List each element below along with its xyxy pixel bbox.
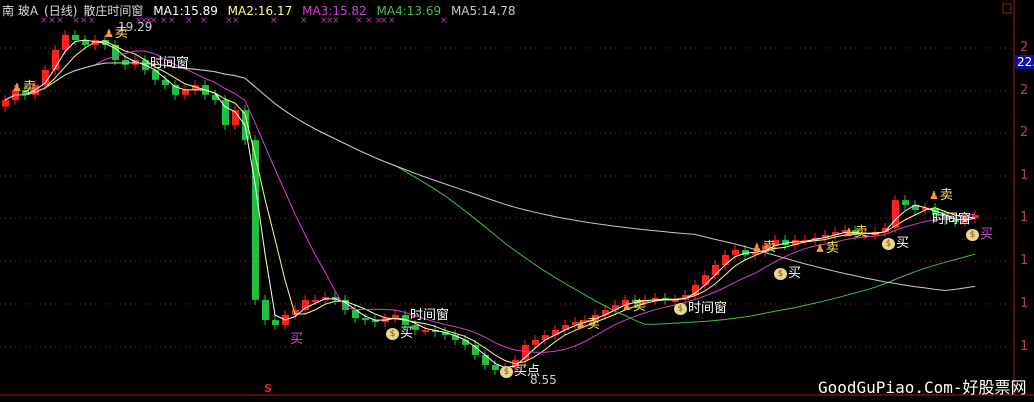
runner-icon: ♟ <box>815 242 825 255</box>
candle-body <box>602 309 609 315</box>
ma2-line <box>4 40 976 365</box>
candle-body <box>62 34 69 50</box>
runner-icon: ♟ <box>752 241 762 254</box>
axis-label: 2 <box>1020 40 1029 55</box>
money-bag-icon: $ <box>386 327 399 340</box>
buy-signal: $ 买 <box>774 262 801 281</box>
period: (日线) <box>44 4 78 18</box>
candle-body <box>532 339 539 345</box>
time-window-signal: $ 时间窗 <box>674 297 727 316</box>
candle-body <box>422 329 429 332</box>
axis-label: 2 <box>1020 125 1029 140</box>
stock-chart[interactable]: × × × × × × × × × × × × × × × × × × × × × × × × × × × 南 玻A (日线) 散庄时间… <box>0 0 1034 402</box>
time-window-signal: 时间窗 <box>932 212 972 227</box>
ma1-line <box>4 39 976 369</box>
money-bag-icon: $ <box>674 302 687 315</box>
sell-signal: ♟卖 <box>104 26 128 41</box>
buy-signal: $ 买 <box>882 232 909 251</box>
sell-signal: ♟卖 <box>12 80 36 95</box>
candle-body <box>732 250 739 255</box>
watermark: GoodGuPiao.Com-好股票网 <box>818 378 1027 397</box>
axis-label: 1 <box>1020 168 1029 183</box>
ma1-value: MA1:15.89 <box>153 4 218 18</box>
money-bag-icon: $ <box>500 365 513 378</box>
ma5-line <box>4 62 976 292</box>
axis-label: 1 <box>1020 339 1029 354</box>
sell-signal: ♟卖 <box>844 225 868 240</box>
money-bag-icon: $ <box>882 237 895 250</box>
runner-icon: ♟ <box>929 189 939 202</box>
sell-signal: ♟卖 <box>576 317 600 332</box>
money-bag-icon: $ <box>966 228 979 241</box>
chart-header: 南 玻A (日线) 散庄时间窗 MA1:15.89 MA2:16.17 MA3:15… <box>2 2 522 19</box>
sell-signal: ♟卖 <box>752 240 776 255</box>
candle-body <box>412 324 419 330</box>
ma4-value: MA4:13.69 <box>376 4 442 18</box>
candle-body <box>482 354 489 366</box>
candle-body <box>272 320 279 325</box>
sell-signal: ♟卖 <box>815 241 839 256</box>
time-window-signal: 时间窗 <box>410 308 450 323</box>
candle-body <box>902 200 909 206</box>
sell-signal: ♟卖 <box>929 188 953 203</box>
candle-body <box>252 140 259 300</box>
runner-icon: ♟ <box>12 81 22 94</box>
ma2-value: MA2:16.17 <box>227 4 293 18</box>
axis-label: 1 <box>1020 210 1029 225</box>
candle-body <box>262 299 269 321</box>
s-marker: S <box>264 382 272 395</box>
time-window-signal: 时间窗 <box>150 56 190 71</box>
axis-label: 1 <box>1020 253 1029 268</box>
candle-body <box>72 34 79 41</box>
price-tag: 22.5 <box>1015 55 1034 69</box>
buy-point-signal: $ 买点 <box>500 360 540 379</box>
candle-body <box>712 265 719 276</box>
candle-body <box>122 59 129 65</box>
panel-toggle-icon <box>1002 3 1012 14</box>
candle-body <box>182 89 189 95</box>
ma3-value: MA3:15.82 <box>302 4 367 18</box>
candle-body <box>722 254 729 266</box>
money-bag-icon: $ <box>774 267 787 280</box>
candle-body <box>362 318 369 321</box>
runner-icon: ♟ <box>622 300 632 313</box>
runner-icon: ♟ <box>576 318 586 331</box>
ma3-line <box>4 50 976 353</box>
stock-name: 南 玻A <box>2 4 39 18</box>
runner-icon: ♟ <box>104 27 114 40</box>
buy-signal: $ 买 <box>386 322 413 341</box>
axis-label: 1 <box>1020 296 1029 311</box>
ma5-value: MA5:14.78 <box>450 4 516 18</box>
ma4-line <box>4 62 976 325</box>
candle-body <box>492 365 499 370</box>
axis-label: 2 <box>1020 83 1029 98</box>
indicator-name: 散庄时间窗 <box>83 4 144 18</box>
runner-icon: ♟ <box>844 226 854 239</box>
candle-body <box>702 275 709 285</box>
sell-signal: ♟卖 <box>622 299 646 314</box>
buy-signal: 买 <box>290 332 304 347</box>
candle-body <box>2 100 9 107</box>
candle-body <box>392 314 399 319</box>
candle-body <box>152 70 159 80</box>
